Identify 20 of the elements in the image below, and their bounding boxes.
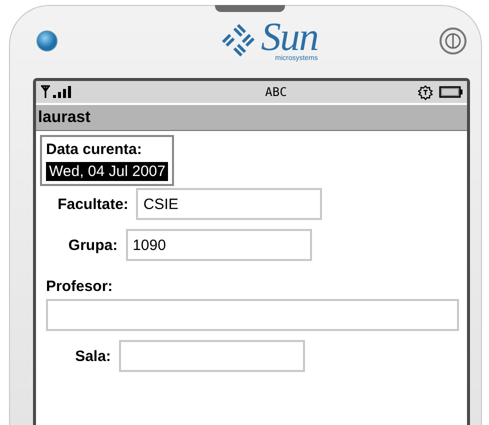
- led-icon: [36, 30, 58, 52]
- field-label: Facultate:: [58, 196, 128, 212]
- screen-title: laurast: [36, 105, 467, 131]
- input-mode: ABC: [265, 85, 287, 99]
- field-label: Profesor:: [46, 278, 114, 295]
- gear-icon: [418, 84, 433, 100]
- text-field[interactable]: 1090: [126, 229, 312, 261]
- text-field[interactable]: [46, 299, 459, 331]
- power-button[interactable]: [439, 27, 467, 55]
- field-label: Sala:: [75, 348, 111, 364]
- field-label: Data curenta:: [46, 141, 142, 158]
- text-field[interactable]: [118, 340, 305, 372]
- brand-logo-text: Sun: [261, 19, 318, 55]
- text-field[interactable]: CSIE: [136, 188, 322, 220]
- battery-icon: [439, 86, 463, 98]
- speaker-slot: [215, 5, 285, 12]
- field-label: Grupa:: [68, 236, 118, 254]
- signal-icon: [40, 85, 74, 99]
- date-value: Wed, 04 Jul 2007: [46, 162, 168, 181]
- date-field[interactable]: Data curenta: Wed, 04 Jul 2007: [40, 135, 174, 186]
